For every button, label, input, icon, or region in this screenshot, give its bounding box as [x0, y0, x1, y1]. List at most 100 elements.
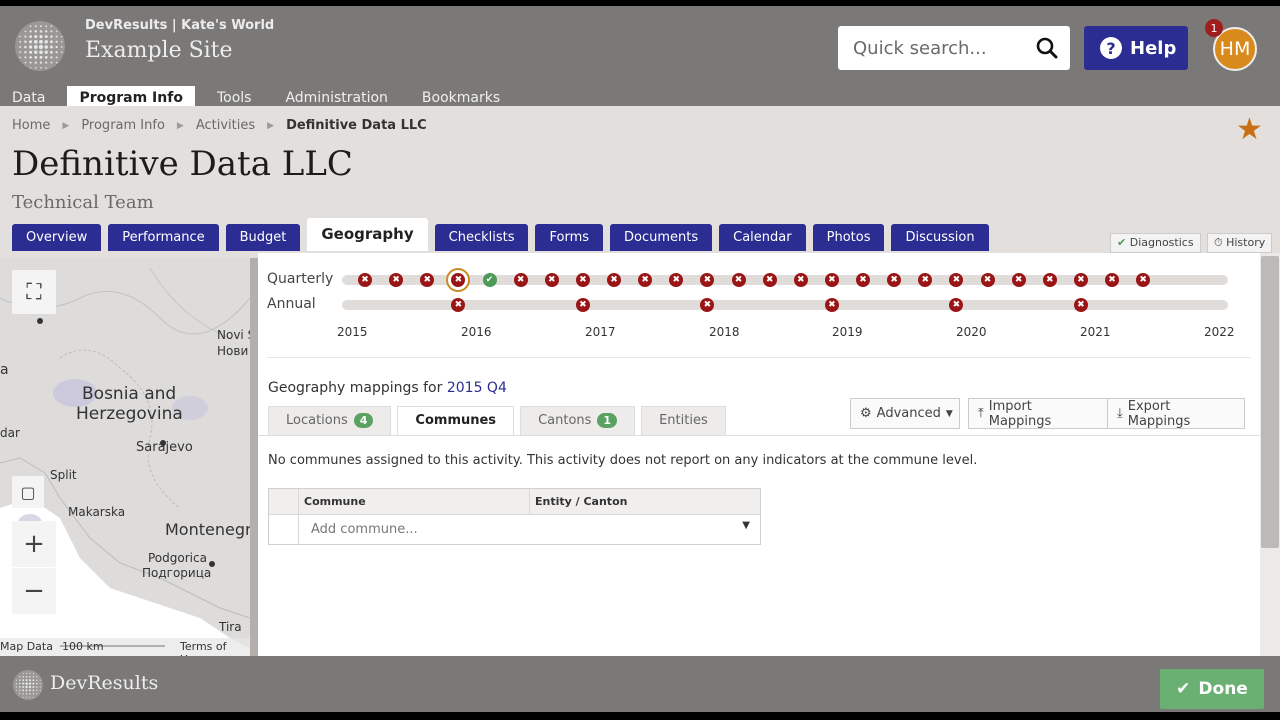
year-label: 2019 — [832, 325, 863, 339]
map-label-montenegro: Montenegr — [165, 520, 250, 539]
map-label-podgorica-cyrillic: Подгорица — [142, 566, 212, 580]
tab-checklists[interactable]: Checklists — [434, 224, 529, 251]
quarter-status-dot[interactable]: ✖ — [1073, 273, 1088, 287]
map-label-sarajevo: Sarajevo — [136, 440, 193, 455]
add-commune-select[interactable]: Add commune... ▼ — [298, 515, 760, 544]
selected-period-link[interactable]: 2015 Q4 — [447, 380, 507, 396]
map-label-zadar: dar — [0, 426, 20, 440]
timeline-quarterly-label: Quarterly — [267, 271, 334, 287]
org-separator: | — [171, 18, 182, 33]
quarter-status-dot[interactable]: ✖ — [575, 273, 590, 287]
expand-icon: ▢ — [20, 482, 36, 502]
quarter-status-dot[interactable]: ✖ — [544, 273, 559, 287]
subtab-communes[interactable]: Communes — [397, 406, 515, 436]
tab-performance[interactable]: Performance — [108, 224, 219, 251]
breadcrumb-activities[interactable]: Activities — [196, 118, 255, 133]
activity-tabs: Overview Performance Budget Geography Ch… — [12, 218, 989, 251]
subtab-locations[interactable]: Locations 4 — [268, 406, 392, 435]
quarter-status-dot[interactable]: ✖ — [513, 273, 528, 287]
breadcrumb-home[interactable]: Home — [12, 118, 50, 133]
quarter-status-dot[interactable]: ✖ — [762, 273, 777, 287]
column-header-entity-canton[interactable]: Entity / Canton — [529, 489, 760, 514]
history-button[interactable]: ⏱ History — [1207, 233, 1273, 253]
done-label: Done — [1198, 679, 1248, 699]
tab-photos[interactable]: Photos — [812, 224, 885, 251]
tab-geography[interactable]: Geography — [307, 218, 428, 251]
caret-down-icon: ▼ — [742, 520, 750, 531]
tab-budget[interactable]: Budget — [225, 224, 301, 251]
bottom-bar: DevResults ✔ Done — [0, 656, 1280, 712]
quarter-status-dot[interactable]: ✖ — [358, 273, 372, 287]
tab-calendar[interactable]: Calendar — [719, 224, 806, 251]
import-mappings-button[interactable]: ⤒ Import Mappings — [968, 398, 1108, 429]
column-header-commune[interactable]: Commune — [298, 489, 529, 514]
quarterly-track — [342, 275, 1228, 285]
terms-of-use-link[interactable]: Terms of Use — [180, 640, 250, 656]
search-icon[interactable] — [1036, 37, 1058, 59]
help-button[interactable]: ? Help — [1084, 26, 1188, 70]
quarter-status-dot[interactable]: ✖ — [607, 273, 621, 287]
site-title[interactable]: Example Site — [85, 38, 233, 63]
quick-search-input[interactable] — [838, 26, 1018, 70]
advanced-dropdown-button[interactable]: ⚙ Advanced ▼ — [850, 398, 960, 429]
tab-forms[interactable]: Forms — [535, 224, 604, 251]
map-splitter[interactable] — [250, 258, 258, 656]
fit-bounds-button[interactable]: ▢ — [12, 476, 44, 508]
notification-badge[interactable]: 1 — [1205, 19, 1223, 37]
workspace-name[interactable]: Kate's World — [181, 18, 274, 33]
row-spacer — [269, 515, 298, 544]
annual-status-dot[interactable]: ✖ — [824, 298, 839, 312]
count-badge: 1 — [597, 413, 618, 428]
tab-discussion[interactable]: Discussion — [891, 224, 989, 251]
geography-heading-text: Geography mappings for — [268, 380, 443, 396]
annual-status-dot[interactable]: ✖ — [1073, 298, 1088, 312]
map-data-link[interactable]: Map Data — [0, 640, 53, 653]
bookmark-star-icon[interactable]: ★ — [1236, 112, 1263, 147]
devresults-globe-logo — [13, 670, 43, 700]
subtab-cantons[interactable]: Cantons 1 — [520, 406, 636, 435]
tab-overview[interactable]: Overview — [12, 224, 102, 251]
fullscreen-button[interactable]: ⛶ — [12, 270, 56, 314]
add-commune-placeholder: Add commune... — [311, 522, 418, 537]
subtab-entities[interactable]: Entities — [641, 406, 726, 435]
breadcrumb-program-info[interactable]: Program Info — [81, 118, 165, 133]
empty-communes-message: No communes assigned to this activity. T… — [268, 453, 978, 468]
quarter-status-dot[interactable]: ✖ — [1042, 273, 1057, 287]
import-label: Import Mappings — [988, 398, 1052, 429]
tab-documents[interactable]: Documents — [610, 224, 713, 251]
org-name[interactable]: DevResults — [85, 18, 167, 33]
help-label: Help — [1130, 37, 1177, 59]
check-icon: ✔ — [1117, 236, 1127, 249]
map-label-bosnia: Bosnia and — [82, 384, 177, 404]
quarter-status-dot[interactable]: ✖ — [793, 273, 808, 287]
minus-icon: − — [23, 576, 45, 606]
quarter-status-dot[interactable]: ✔ — [482, 273, 497, 287]
scrollbar-thumb[interactable] — [1261, 256, 1279, 548]
breadcrumb: Home ▶ Program Info ▶ Activities ▶ Defin… — [12, 118, 427, 133]
quarter-status-dot[interactable]: ✖ — [980, 273, 995, 287]
devresults-globe-logo[interactable] — [14, 20, 66, 72]
done-button[interactable]: ✔ Done — [1160, 669, 1264, 709]
quarter-status-dot[interactable]: ✖ — [1011, 273, 1026, 287]
plus-icon: + — [23, 529, 45, 559]
annual-status-dot[interactable]: ✖ — [575, 298, 590, 312]
subtab-label: Communes — [415, 413, 497, 428]
quarter-status-dot[interactable]: ✖ — [856, 273, 870, 287]
quarter-status-dot[interactable]: ✖ — [824, 273, 839, 287]
grid-header: Commune Entity / Canton — [269, 489, 760, 515]
fullscreen-icon: ⛶ — [26, 279, 42, 305]
page-subtitle[interactable]: Technical Team — [12, 192, 154, 213]
quarter-status-dot[interactable]: ✖ — [731, 273, 746, 287]
quarter-status-dot[interactable]: ✖ — [1105, 273, 1119, 287]
diagnostics-button[interactable]: ✔ Diagnostics — [1110, 233, 1201, 253]
map-label-fragment: a — [0, 362, 9, 378]
subtab-label: Cantons — [538, 413, 592, 428]
add-commune-row: Add commune... ▼ — [269, 515, 760, 544]
zoom-out-button[interactable]: − — [12, 568, 56, 614]
map-panel[interactable]: ⛶ ▢ + − Bosnia and Herzegovina Sarajevo … — [0, 258, 250, 656]
map-label-split: Split — [50, 468, 77, 482]
export-mappings-button[interactable]: ⤓ Export Mappings — [1107, 398, 1245, 429]
zoom-in-button[interactable]: + — [12, 521, 56, 567]
geography-subtabs: Locations 4 Communes Cantons 1 Entities — [268, 406, 726, 436]
site-breadcrumb: DevResults | Kate's World — [85, 18, 274, 33]
